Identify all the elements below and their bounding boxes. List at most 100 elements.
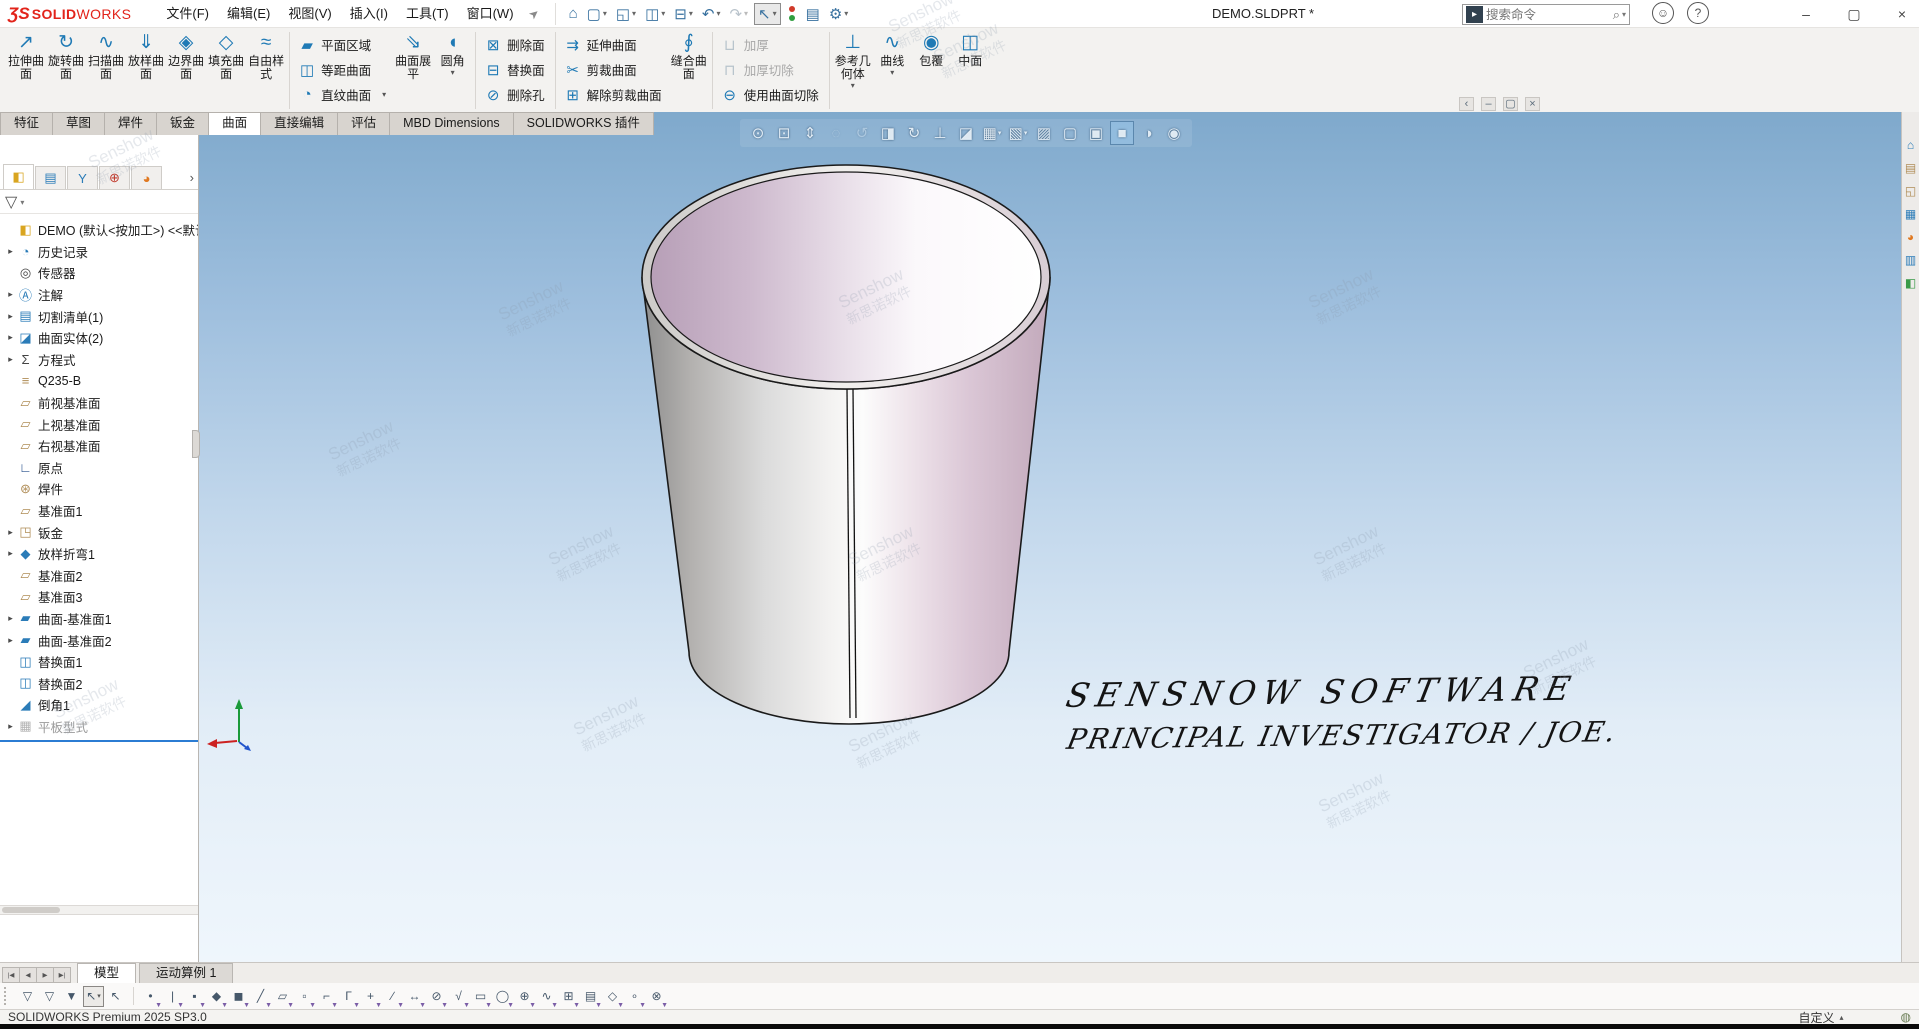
expand-arrow-icon[interactable]: ▸ — [4, 289, 17, 300]
user-account-icon[interactable]: ☺ — [1652, 2, 1674, 24]
display-style-button[interactable]: ▧ ▾ — [1006, 121, 1030, 145]
filter-surface-finish-button[interactable]: √ ▼ — [448, 986, 469, 1007]
menu-item[interactable]: 文件(F) — [157, 0, 218, 28]
filter-funnel-icon[interactable]: ▽ — [5, 192, 17, 212]
print-button[interactable]: ⊟ ▾ — [671, 3, 696, 25]
doc-close-button[interactable]: × — [1525, 97, 1540, 111]
options-button[interactable]: ⚙ ▾ — [826, 3, 851, 25]
save-button[interactable]: ◫ ▾ — [642, 3, 668, 25]
dropdown-arrow-icon[interactable]: ▾ — [603, 9, 607, 18]
filter-geometric-tolerances-button[interactable]: ⊞ ▼ — [558, 986, 579, 1007]
tree-item[interactable]: ▸ Σ 方程式 — [0, 349, 198, 371]
search-dropdown-icon[interactable]: ▾ — [1622, 10, 1626, 19]
filter-weld-symbols-button[interactable]: ∿ ▼ — [536, 986, 557, 1007]
filter-datums-button[interactable]: ⊕ ▼ — [514, 986, 535, 1007]
help-icon[interactable]: ? — [1687, 2, 1709, 24]
tab-nav-button[interactable]: |◀ — [2, 967, 20, 983]
filter-center-marks-button[interactable]: + ▼ — [360, 986, 381, 1007]
undo-button[interactable]: ↶ ▾ — [699, 3, 724, 25]
filter-vertices-button[interactable]: • ▼ — [140, 986, 161, 1007]
midsurface-button[interactable]: ◫ 中面 — [951, 29, 990, 112]
previous-view-button[interactable]: ↺ — [850, 121, 874, 145]
hidden-lines-removed-button[interactable]: ▢ — [1058, 121, 1082, 145]
command-tab[interactable]: 评估 — [337, 112, 390, 135]
tree-item[interactable]: ≡ Q235-B — [0, 370, 198, 392]
status-globe-icon[interactable]: ◍ — [1901, 1010, 1911, 1024]
command-tab[interactable]: 焊件 — [104, 112, 157, 135]
tree-item[interactable]: ⊛ 焊件 — [0, 478, 198, 500]
filter-axes-button[interactable]: ╱ ▼ — [250, 986, 271, 1007]
boundary-surface-button[interactable]: ◈ 边界曲 面 — [166, 29, 206, 112]
dropdown-arrow-icon[interactable]: ▾ — [716, 9, 720, 18]
filter-solid-bodies-button[interactable]: ◼ ▼ — [228, 986, 249, 1007]
zoom-to-area-button[interactable]: ⊡ — [772, 121, 796, 145]
dropdown-arrow-icon[interactable]: ▾ — [773, 9, 777, 18]
view-palette-tab[interactable]: ▦ — [1903, 207, 1918, 222]
command-search[interactable]: ▸ ⌕ ▾ — [1462, 4, 1630, 25]
view-settings-button[interactable]: ◑ — [1136, 121, 1160, 145]
select-arrow-button[interactable]: ↖ ▾ — [754, 3, 781, 25]
shaded-with-edges-button[interactable]: ▣ — [1084, 121, 1108, 145]
search-icon[interactable]: ⌕ — [1613, 7, 1620, 23]
restore-button[interactable]: ▢ — [1845, 6, 1863, 23]
dimxpertmanager-tab[interactable]: ⊕ — [99, 166, 130, 189]
scrollbar-thumb[interactable] — [2, 907, 60, 913]
revolved-surface-button[interactable]: ↻ 旋转曲 面 — [46, 29, 86, 112]
delete-hole-button[interactable]: ⊘ 删除孔 — [484, 83, 545, 106]
command-tab[interactable]: SOLIDWORKS 插件 — [513, 112, 654, 135]
thicken-button[interactable]: ⊔ 加厚 — [721, 33, 819, 56]
dropdown-arrow-icon[interactable]: ▾ — [844, 9, 848, 18]
panel-expand-arrow[interactable]: › — [190, 166, 194, 189]
cylinder-model[interactable] — [610, 160, 1090, 760]
delete-face-button[interactable]: ⊠ 删除面 — [484, 33, 545, 56]
select-tool-button[interactable]: ↖ ▾ — [83, 986, 104, 1007]
dropdown-arrow-icon[interactable]: ▾ — [661, 9, 665, 18]
ruled-surface-button[interactable]: ◔ 直纹曲面 ▾ — [298, 83, 386, 106]
lofted-surface-button[interactable]: ⇓ 放样曲 面 — [126, 29, 166, 112]
zoom-to-selection-button[interactable]: ◌ — [824, 121, 848, 145]
tree-item[interactable]: ◢ 倒角1 — [0, 694, 198, 716]
graphics-area[interactable]: ⊙ ⊡ ⇕ ◌ ↺ — [199, 112, 1901, 962]
normal-to-button[interactable]: ⊥ — [928, 121, 952, 145]
expand-arrow-icon[interactable]: ▸ — [4, 311, 17, 322]
hidden-lines-visible-button[interactable]: ▨ — [1032, 121, 1056, 145]
tree-item[interactable]: ▸ ▰ 曲面-基准面2 — [0, 629, 198, 651]
filter-balloons-button[interactable]: ◯ ▼ — [492, 986, 513, 1007]
expand-arrow-icon[interactable]: ▸ — [4, 332, 17, 343]
wrap-button[interactable]: ◉ 包覆 — [912, 29, 951, 112]
view-orientation-button[interactable]: ▦ ▾ — [980, 121, 1004, 145]
command-tab[interactable]: 特征 — [0, 112, 53, 135]
tree-item[interactable]: ▸ ◪ 曲面实体(2) — [0, 327, 198, 349]
tab-nav-button[interactable]: ▶ — [36, 967, 54, 983]
open-button[interactable]: ◱ ▾ — [613, 3, 639, 25]
trim-surface-button[interactable]: ✂ 剪裁曲面 — [564, 58, 662, 81]
tree-item[interactable]: ▸ ▦ 平板型式 — [0, 716, 198, 738]
tree-item[interactable]: ▸ ◆ 放样折弯1 — [0, 543, 198, 565]
tree-item[interactable]: ▱ 基准面2 — [0, 565, 198, 587]
model-tab[interactable]: 运动算例 1 — [139, 963, 233, 983]
filled-surface-button[interactable]: ◇ 填充曲 面 — [206, 29, 246, 112]
redo-button[interactable]: ↷ ▾ — [726, 3, 751, 25]
fillet-button[interactable]: ◖ 圆角 ▾ — [433, 29, 472, 112]
filter-dropdown-icon[interactable]: ▾ — [20, 198, 24, 207]
tree-item[interactable]: ▱ 前视基准面 — [0, 392, 198, 414]
solidworks-resources-tab[interactable]: ⌂ — [1903, 138, 1918, 153]
model-tab[interactable]: 模型 — [77, 963, 136, 983]
cut-with-surface-button[interactable]: ⊖ 使用曲面切除 — [721, 83, 819, 106]
magnified-selection-button[interactable]: ↖ — [105, 986, 126, 1007]
home-button[interactable]: ⌂ — [566, 3, 581, 25]
menu-item[interactable]: 工具(T) — [397, 0, 458, 28]
replace-face-button[interactable]: ⊟ 替换面 — [484, 58, 545, 81]
filter-hole-callouts-button[interactable]: ⊘ ▼ — [426, 986, 447, 1007]
command-tab[interactable]: 曲面 — [208, 112, 261, 135]
filter-blocks-button[interactable]: ▤ ▼ — [580, 986, 601, 1007]
offset-surface-button[interactable]: ◫ 等距曲面 — [298, 58, 386, 81]
expand-arrow-icon[interactable]: ▸ — [4, 635, 17, 646]
filter-sketch-points-button[interactable]: ▫ ▼ — [294, 986, 315, 1007]
tree-item[interactable]: ◎ 传感器 — [0, 262, 198, 284]
filter-planes-button[interactable]: ▱ ▼ — [272, 986, 293, 1007]
new-document-button[interactable]: ▢ ▾ — [584, 3, 610, 25]
tab-nav-button[interactable]: ◀ — [19, 967, 37, 983]
untrim-surface-button[interactable]: ⊞ 解除剪裁曲面 — [564, 83, 662, 106]
displaymanager-tab[interactable]: ◕ — [131, 166, 162, 189]
